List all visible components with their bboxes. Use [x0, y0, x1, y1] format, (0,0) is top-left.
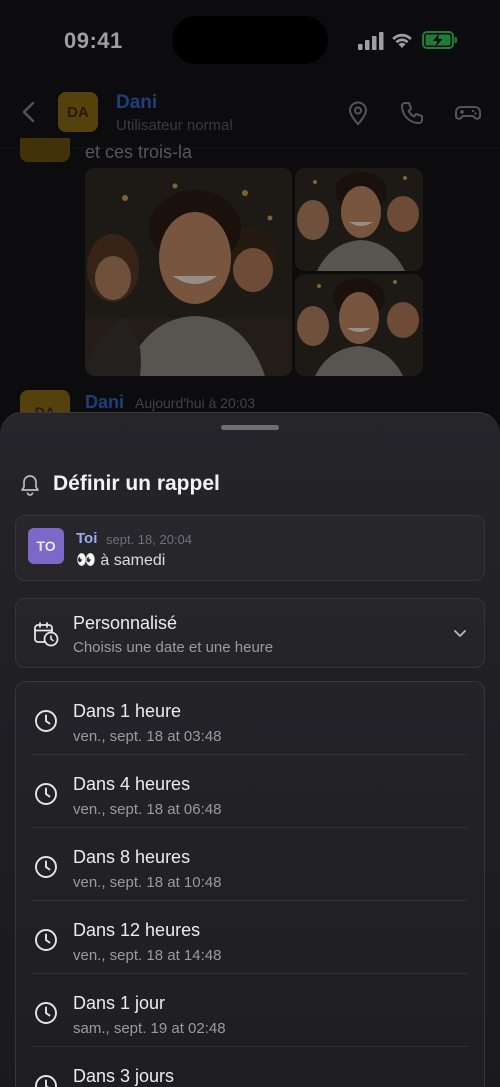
- reminder-option-title: Dans 3 jours: [73, 1066, 175, 1086]
- reminder-option-3-days[interactable]: Dans 3 jours: [32, 1047, 468, 1087]
- clock-icon: [35, 1002, 57, 1024]
- message-preview-text: 👀 à samedi: [76, 552, 166, 569]
- reminder-option-4-hours[interactable]: Dans 4 heures ven., sept. 18 at 06:48: [32, 755, 468, 828]
- bell-icon: [21, 475, 39, 496]
- reminder-option-8-hours[interactable]: Dans 8 heures ven., sept. 18 at 10:48: [32, 828, 468, 901]
- set-reminder-sheet: Définir un rappel TO Toi sept. 18, 20:04…: [0, 412, 500, 1087]
- reminder-option-date: sam., sept. 19 at 02:48: [73, 1020, 226, 1037]
- clock-icon: [35, 710, 57, 732]
- custom-reminder-title: Personnalisé: [73, 613, 178, 633]
- reminder-options-list: Dans 1 heure ven., sept. 18 at 03:48 Dan…: [15, 681, 485, 1087]
- reminder-option-title: Dans 8 heures: [73, 847, 191, 867]
- custom-reminder-dropdown[interactable]: Personnalisé Choisis une date et une heu…: [15, 598, 485, 668]
- app-screen: 09:41 DA Dani Utilisateur normal et ces …: [0, 0, 500, 1087]
- clock-icon: [35, 856, 57, 878]
- reminder-option-12-hours[interactable]: Dans 12 heures ven., sept. 18 at 14:48: [32, 901, 468, 974]
- sheet-title: Définir un rappel: [53, 472, 220, 495]
- reminder-option-1-hour[interactable]: Dans 1 heure ven., sept. 18 at 03:48: [32, 682, 468, 755]
- message-preview-card: TO Toi sept. 18, 20:04 👀 à samedi: [15, 515, 485, 581]
- reminder-option-title: Dans 1 heure: [73, 701, 182, 721]
- chevron-down-icon: [454, 630, 466, 637]
- reminder-option-title: Dans 4 heures: [73, 774, 191, 794]
- reminder-option-title: Dans 1 jour: [73, 993, 166, 1013]
- message-author-name: Toi: [76, 530, 98, 547]
- reminder-option-date: ven., sept. 18 at 03:48: [73, 728, 222, 745]
- sheet-drag-handle[interactable]: [221, 425, 279, 430]
- reminder-option-title: Dans 12 heures: [73, 920, 201, 940]
- reminder-option-date: ven., sept. 18 at 06:48: [73, 801, 222, 818]
- custom-reminder-subtitle: Choisis une date et une heure: [73, 639, 274, 656]
- calendar-clock-icon: [34, 622, 59, 647]
- reminder-option-date: ven., sept. 18 at 14:48: [73, 947, 222, 964]
- clock-icon: [35, 783, 57, 805]
- clock-icon: [35, 1075, 57, 1087]
- message-timestamp: sept. 18, 20:04: [106, 532, 193, 547]
- reminder-option-1-day[interactable]: Dans 1 jour sam., sept. 19 at 02:48: [32, 974, 468, 1047]
- clock-icon: [35, 929, 57, 951]
- message-author-avatar: TO: [28, 528, 64, 564]
- reminder-option-date: ven., sept. 18 at 10:48: [73, 874, 222, 891]
